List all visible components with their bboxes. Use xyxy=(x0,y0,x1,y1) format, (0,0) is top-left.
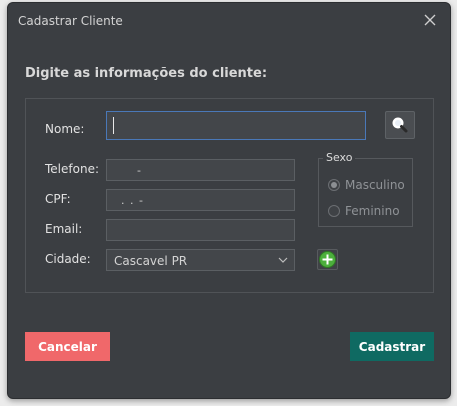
sexo-group: Sexo Masculino Feminino xyxy=(318,151,413,227)
cancel-button[interactable]: Cancelar xyxy=(25,332,110,361)
cpf-label: CPF: xyxy=(45,192,71,206)
nome-label: Nome: xyxy=(45,122,85,136)
telefone-mask: - xyxy=(137,164,142,177)
search-button[interactable] xyxy=(385,111,415,139)
radio-label-masculino: Masculino xyxy=(345,178,405,192)
dialog-window: Cadastrar Cliente Digite as informações … xyxy=(7,2,451,399)
radio-label-feminino: Feminino xyxy=(345,204,400,218)
add-city-icon xyxy=(319,251,336,268)
sexo-group-title: Sexo xyxy=(323,151,356,164)
cpf-input[interactable]: . . - xyxy=(106,189,295,211)
email-label: Email: xyxy=(45,222,83,236)
radio-button[interactable] xyxy=(328,205,340,217)
cidade-label: Cidade: xyxy=(45,252,91,266)
add-city-button[interactable] xyxy=(317,249,338,270)
cpf-mask: . . - xyxy=(121,194,144,207)
text-caret xyxy=(113,117,114,134)
submit-button[interactable]: Cadastrar xyxy=(350,332,434,361)
cidade-select[interactable]: Cascavel PR xyxy=(106,249,295,271)
telefone-label: Telefone: xyxy=(45,162,99,176)
search-icon xyxy=(392,117,408,133)
email-input[interactable] xyxy=(106,219,295,241)
title-bar: Cadastrar Cliente xyxy=(8,3,450,39)
nome-input[interactable] xyxy=(106,111,366,140)
close-button[interactable] xyxy=(422,11,438,29)
window-title: Cadastrar Cliente xyxy=(18,14,123,28)
radio-feminino[interactable]: Feminino xyxy=(328,204,400,218)
telefone-input[interactable]: - xyxy=(106,159,295,181)
radio-button[interactable] xyxy=(328,179,340,191)
form-panel: Nome: Telefone: - CPF: . . - Email: Cida… xyxy=(25,98,434,293)
form-heading: Digite as informações do cliente: xyxy=(25,66,268,81)
close-icon xyxy=(424,14,436,26)
chevron-down-icon xyxy=(278,257,288,263)
cidade-selected-value: Cascavel PR xyxy=(114,254,188,268)
radio-masculino[interactable]: Masculino xyxy=(328,178,405,192)
